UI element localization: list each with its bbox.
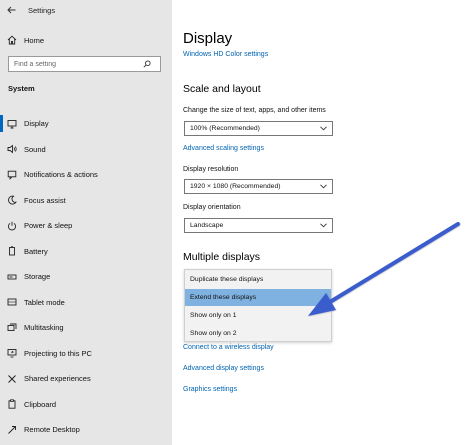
sidebar-item-power-sleep[interactable]: Power & sleep — [0, 213, 172, 239]
option-extend-displays[interactable]: Extend these displays — [185, 289, 331, 306]
sidebar-item-storage[interactable]: Storage — [0, 264, 172, 290]
projector-icon — [0, 348, 24, 358]
storage-icon — [0, 272, 24, 282]
monitor-icon — [0, 119, 24, 129]
multiple-displays-heading: Multiple displays — [183, 251, 261, 263]
sidebar-nav: Display Sound Notifications & actions Fo… — [0, 111, 172, 443]
chevron-down-icon — [320, 126, 327, 131]
scale-dropdown[interactable]: 100% (Recommended) — [184, 121, 333, 136]
scale-layout-heading: Scale and layout — [183, 83, 261, 95]
sidebar-item-multitasking[interactable]: Multitasking — [0, 315, 172, 341]
sidebar-item-projecting[interactable]: Projecting to this PC — [0, 341, 172, 367]
settings-window: Settings Home System Display Sound — [0, 0, 474, 445]
back-arrow-icon — [6, 6, 15, 14]
sidebar-item-battery[interactable]: Battery — [0, 239, 172, 265]
sidebar-item-display[interactable]: Display — [0, 111, 172, 137]
chevron-down-icon — [320, 223, 327, 228]
graphics-settings-link[interactable]: Graphics settings — [183, 386, 237, 393]
advanced-scaling-link[interactable]: Advanced scaling settings — [183, 145, 264, 152]
sidebar-item-notifications[interactable]: Notifications & actions — [0, 162, 172, 188]
scale-value: 100% (Recommended) — [190, 125, 260, 132]
search-box[interactable] — [8, 56, 161, 72]
tablet-icon — [0, 297, 24, 307]
sidebar-item-shared-experiences[interactable]: Shared experiences — [0, 366, 172, 392]
advanced-display-settings-link[interactable]: Advanced display settings — [183, 365, 264, 372]
sidebar-item-sound[interactable]: Sound — [0, 137, 172, 163]
notification-icon — [0, 170, 24, 180]
sidebar-item-clipboard[interactable]: Clipboard — [0, 392, 172, 418]
orientation-label: Display orientation — [183, 204, 241, 211]
sidebar-item-tablet-mode[interactable]: Tablet mode — [0, 290, 172, 316]
option-duplicate-displays[interactable]: Duplicate these displays — [185, 271, 331, 288]
title-bar: Settings — [0, 0, 172, 20]
resolution-dropdown[interactable]: 1920 × 1080 (Recommended) — [184, 179, 333, 194]
power-icon — [0, 221, 24, 231]
shared-icon — [0, 374, 24, 384]
app-title: Settings — [28, 5, 56, 15]
page-title: Display — [183, 30, 233, 47]
resolution-label: Display resolution — [183, 166, 239, 173]
home-label: Home — [24, 35, 45, 45]
sidebar-item-home[interactable]: Home — [0, 31, 172, 49]
multitasking-icon — [0, 323, 24, 333]
resolution-value: 1920 × 1080 (Recommended) — [190, 183, 281, 190]
wireless-display-link[interactable]: Connect to a wireless display — [183, 344, 274, 351]
chevron-down-icon — [320, 184, 327, 189]
scale-label: Change the size of text, apps, and other… — [183, 107, 326, 114]
remote-desktop-icon — [0, 425, 24, 435]
main-content: Display Windows HD Color settings Scale … — [172, 0, 474, 445]
sidebar: Settings Home System Display Sound — [0, 0, 172, 445]
speaker-icon — [0, 144, 24, 154]
search-icon[interactable] — [139, 60, 155, 68]
search-input[interactable] — [9, 60, 139, 68]
orientation-value: Landscape — [190, 222, 224, 229]
battery-icon — [0, 246, 24, 256]
back-button[interactable] — [0, 0, 22, 20]
home-icon — [0, 35, 24, 45]
option-show-only-2[interactable]: Show only on 2 — [185, 325, 331, 342]
option-show-only-1[interactable]: Show only on 1 — [185, 307, 331, 324]
hd-color-settings-link[interactable]: Windows HD Color settings — [183, 51, 268, 58]
multiple-displays-dropdown[interactable]: Duplicate these displays Extend these di… — [184, 269, 332, 342]
orientation-dropdown[interactable]: Landscape — [184, 218, 333, 233]
clipboard-icon — [0, 399, 24, 409]
section-label-system: System — [8, 84, 35, 93]
sidebar-item-focus-assist[interactable]: Focus assist — [0, 188, 172, 214]
moon-icon — [0, 195, 24, 205]
sidebar-item-remote-desktop[interactable]: Remote Desktop — [0, 417, 172, 443]
